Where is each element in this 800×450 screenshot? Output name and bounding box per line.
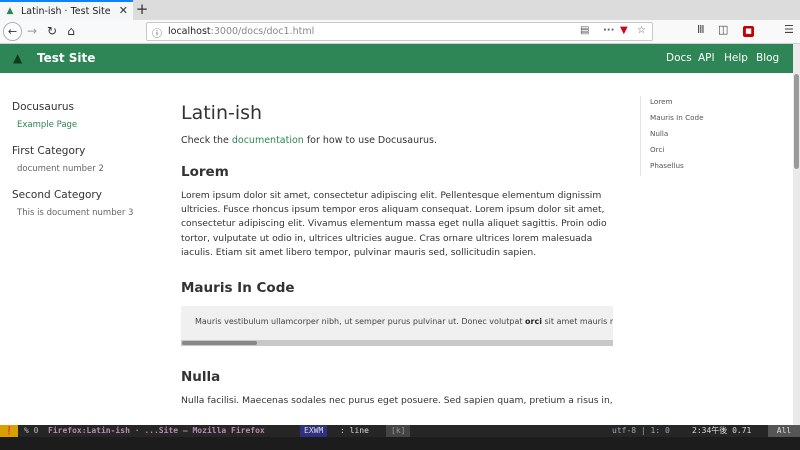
code-scroll-thumb[interactable]: [182, 341, 257, 346]
new-tab-icon[interactable]: +: [135, 1, 149, 18]
page-actions-icon[interactable]: ···: [603, 25, 614, 36]
buffer-position: All: [768, 425, 800, 437]
code-horizontal-scrollbar[interactable]: [181, 340, 613, 347]
intro-paragraph: Check the documentation for how to use D…: [181, 135, 613, 146]
code-text-part: sit amet mauris malesuada: [544, 317, 614, 327]
bookmark-star-icon[interactable]: ☆: [637, 25, 646, 36]
tab-strip: ▲ Latin-ish · Test Site ✕ +: [0, 0, 800, 20]
category-title: Docusaurus: [12, 101, 74, 113]
documentation-link[interactable]: documentation: [232, 135, 304, 146]
warning-icon: ❗: [0, 425, 18, 437]
heading-mauris-in-code: Mauris In Code: [181, 280, 295, 297]
nav-link-docs[interactable]: Docs: [666, 52, 692, 64]
library-icon[interactable]: Ⅲ: [697, 23, 705, 36]
code-text-bold: orci: [525, 317, 542, 327]
intro-text: Check the: [181, 135, 232, 146]
time-load: 2:34午後 0.71: [692, 426, 752, 435]
tab-latin-ish[interactable]: ▲ Latin-ish · Test Site ✕: [0, 0, 133, 20]
url-host: localhost: [168, 26, 211, 37]
reader-view-icon[interactable]: ▤: [580, 25, 589, 36]
sidebar-item-doc3[interactable]: This is document number 3: [12, 205, 162, 233]
nav-link-help[interactable]: Help: [724, 52, 748, 64]
site-title[interactable]: Test Site: [37, 51, 95, 65]
home-icon[interactable]: ⌂: [64, 22, 78, 41]
page-scroll-thumb[interactable]: [794, 74, 799, 169]
page-title: Latin-ish: [181, 102, 263, 124]
toc-item-nulla[interactable]: Nulla: [650, 128, 780, 144]
ublock-icon[interactable]: ■: [743, 26, 754, 37]
nav-link-api[interactable]: API: [698, 52, 715, 64]
docs-sidebar: Docusaurus Example Page First Category d…: [12, 101, 162, 233]
forward-icon[interactable]: →: [25, 22, 39, 41]
line-mode: : line: [340, 426, 369, 435]
echo-area: [0, 437, 800, 450]
buffer-name: Firefox:Latin-ish · ...Site — Mozilla Fi…: [48, 426, 265, 435]
table-of-contents: Lorem Mauris In Code Nulla Orci Phasellu…: [640, 96, 780, 176]
keyboard-indicator: [k]: [386, 425, 411, 437]
lorem-paragraph: Lorem ipsum dolor sit amet, consectetur …: [181, 190, 607, 258]
intro-text: for how to use Docusaurus.: [303, 135, 437, 146]
category-title: Second Category: [12, 189, 102, 201]
back-icon[interactable]: ←: [3, 22, 22, 41]
url-text[interactable]: localhost:3000/docs/doc1.html: [168, 26, 314, 37]
major-mode: EXWM: [300, 425, 328, 437]
buffer-percent: % 0: [24, 426, 39, 435]
encoding-position: utf-8 | 1: 0: [612, 426, 670, 435]
nulla-paragraph: Nulla facilisi. Maecenas sodales nec pur…: [181, 395, 613, 407]
code-text-part: Mauris vestibulum ullamcorper nibh, ut s…: [195, 317, 526, 327]
toc-item-lorem[interactable]: Lorem: [650, 96, 780, 112]
sidebar-item-doc2[interactable]: document number 2: [12, 161, 162, 189]
docusaurus-icon: ▲: [6, 6, 14, 16]
toc-item-mauris-in-code[interactable]: Mauris In Code: [650, 112, 780, 128]
dinosaur-logo-icon[interactable]: ▲: [13, 51, 22, 65]
emacs-mode-line: ❗ % 0 Firefox:Latin-ish · ...Site — Mozi…: [0, 425, 800, 437]
page-scrollbar[interactable]: [793, 44, 800, 425]
article: Latin-ish Check the documentation for ho…: [181, 102, 613, 408]
toc-item-orci[interactable]: Orci: [650, 144, 780, 160]
page-viewport: ▲ Test Site Docs API Help Blog Docusauru…: [0, 44, 800, 425]
category-title: First Category: [12, 145, 86, 157]
pocket-icon[interactable]: ▼: [620, 25, 628, 36]
nav-link-blog[interactable]: Blog: [756, 52, 779, 64]
hamburger-menu-icon[interactable]: ☰: [784, 23, 794, 36]
info-icon[interactable]: ⓘ: [152, 25, 162, 40]
site-header: ▲ Test Site Docs API Help Blog: [0, 44, 793, 73]
sidebar-item-example-page[interactable]: Example Page: [12, 117, 162, 145]
code-block[interactable]: Mauris vestibulum ullamcorper nibh, ut s…: [181, 306, 613, 347]
heading-nulla: Nulla: [181, 369, 221, 386]
toc-item-phasellus[interactable]: Phasellus: [650, 160, 780, 176]
reload-icon[interactable]: ↻: [45, 22, 59, 41]
navigation-toolbar: ← → ↻ ⌂ ⓘ localhost:3000/docs/doc1.html …: [0, 20, 800, 44]
close-tab-icon[interactable]: ✕: [119, 4, 128, 17]
url-bar[interactable]: ⓘ localhost:3000/docs/doc1.html ▤ ··· ▼ …: [146, 22, 653, 41]
url-path: :3000/docs/doc1.html: [210, 26, 315, 37]
heading-lorem: Lorem: [181, 164, 229, 180]
tab-title: Latin-ish · Test Site: [21, 5, 111, 17]
sidebar-toggle-icon[interactable]: ◫: [718, 23, 728, 36]
code-text: Mauris vestibulum ullamcorper nibh, ut s…: [195, 317, 613, 326]
